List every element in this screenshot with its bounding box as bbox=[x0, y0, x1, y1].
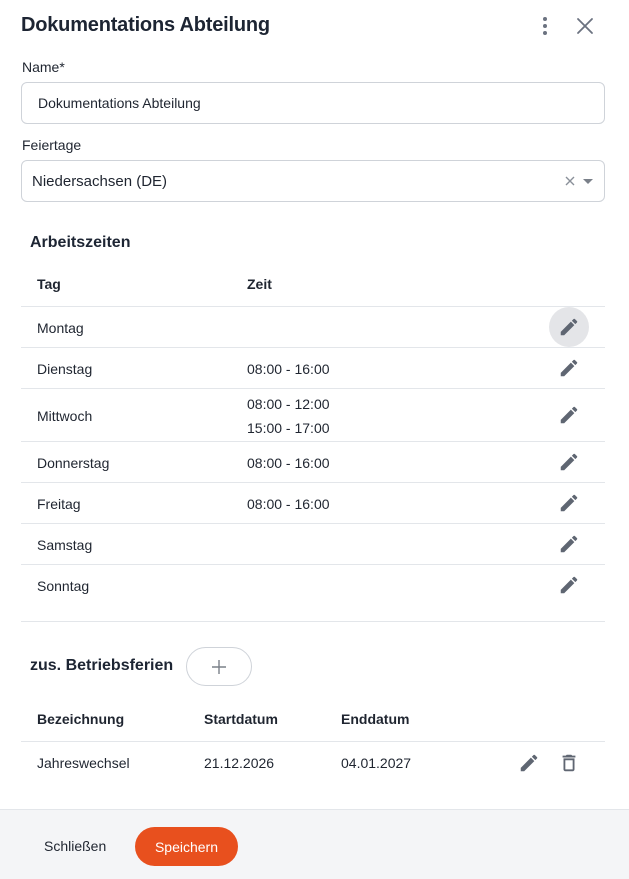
column-header-time: Zeit bbox=[247, 276, 272, 292]
table-row: Donnerstag 08:00 - 16:00 bbox=[21, 441, 605, 482]
table-divider bbox=[21, 621, 605, 622]
edit-row-button[interactable] bbox=[549, 565, 589, 605]
company-holidays-title: zus. Betriebsferien bbox=[30, 657, 174, 674]
pencil-icon bbox=[560, 318, 578, 336]
edit-holiday-button[interactable] bbox=[509, 743, 549, 783]
pencil-icon bbox=[520, 754, 538, 772]
column-header-name: Bezeichnung bbox=[37, 711, 125, 727]
holiday-name-cell: Jahreswechsel bbox=[37, 755, 130, 771]
clear-x-icon[interactable] bbox=[562, 173, 578, 189]
delete-holiday-button[interactable] bbox=[549, 743, 589, 783]
column-header-start: Startdatum bbox=[204, 711, 278, 727]
edit-row-button[interactable] bbox=[549, 483, 589, 523]
dialog-header: Dokumentations Abteilung bbox=[0, 0, 629, 54]
edit-row-button[interactable] bbox=[549, 524, 589, 564]
day-cell: Donnerstag bbox=[37, 455, 110, 471]
edit-row-button[interactable] bbox=[549, 442, 589, 482]
table-row: Samstag bbox=[21, 523, 605, 564]
pencil-icon bbox=[560, 494, 578, 512]
time-cell: 08:00 - 16:00 bbox=[247, 455, 330, 471]
day-cell: Samstag bbox=[37, 537, 93, 553]
pencil-icon bbox=[560, 576, 578, 594]
more-vertical-icon bbox=[543, 17, 547, 35]
day-cell: Mittwoch bbox=[37, 408, 93, 424]
edit-row-button[interactable] bbox=[549, 307, 589, 347]
close-dialog-button[interactable] bbox=[573, 14, 597, 38]
more-options-button[interactable] bbox=[533, 14, 557, 38]
close-button[interactable]: Schließen bbox=[30, 826, 120, 866]
holidays-field-label: Feiertage bbox=[22, 137, 82, 153]
edit-row-button[interactable] bbox=[549, 348, 589, 388]
table-row: Jahreswechsel 21.12.2026 04.01.2027 bbox=[21, 741, 605, 783]
holiday-end-cell: 04.01.2027 bbox=[341, 755, 412, 771]
plus-icon bbox=[212, 659, 226, 674]
table-row: Freitag 08:00 - 16:00 bbox=[21, 482, 605, 523]
pencil-icon bbox=[560, 406, 578, 424]
time-cell: 08:00 - 12:00 bbox=[247, 396, 330, 412]
day-cell: Freitag bbox=[37, 496, 81, 512]
close-icon bbox=[577, 18, 593, 34]
holiday-start-cell: 21.12.2026 bbox=[204, 755, 275, 771]
save-button[interactable]: Speichern bbox=[135, 827, 238, 866]
name-input[interactable] bbox=[21, 82, 605, 124]
day-cell: Dienstag bbox=[37, 361, 93, 377]
day-cell: Sonntag bbox=[37, 578, 90, 594]
working-hours-title: Arbeitszeiten bbox=[30, 234, 131, 251]
time-cell: 08:00 - 16:00 bbox=[247, 496, 330, 512]
pencil-icon bbox=[560, 453, 578, 471]
trash-icon bbox=[562, 754, 576, 772]
column-header-end: Enddatum bbox=[341, 711, 410, 727]
holidays-select[interactable]: Niedersachsen (DE) bbox=[21, 160, 605, 202]
caret-down-icon[interactable] bbox=[583, 179, 593, 184]
table-row: Dienstag 08:00 - 16:00 bbox=[21, 347, 605, 388]
edit-row-button[interactable] bbox=[549, 395, 589, 435]
pencil-icon bbox=[560, 359, 578, 377]
pencil-icon bbox=[560, 535, 578, 553]
time-cell: 08:00 - 16:00 bbox=[247, 361, 330, 377]
table-row: Montag bbox=[21, 306, 605, 347]
dialog-title: Dokumentations Abteilung bbox=[21, 14, 270, 36]
time-cell: 15:00 - 17:00 bbox=[247, 420, 330, 436]
dialog-footer: Schließen Speichern bbox=[0, 809, 629, 879]
table-row: Mittwoch 08:00 - 12:00 15:00 - 17:00 bbox=[21, 388, 605, 441]
table-row: Sonntag bbox=[21, 564, 605, 605]
add-company-holiday-button[interactable] bbox=[186, 647, 252, 686]
holidays-select-value: Niedersachsen (DE) bbox=[32, 173, 168, 190]
day-cell: Montag bbox=[37, 320, 84, 336]
column-header-day: Tag bbox=[37, 276, 61, 292]
name-field-label: Name* bbox=[22, 59, 65, 75]
